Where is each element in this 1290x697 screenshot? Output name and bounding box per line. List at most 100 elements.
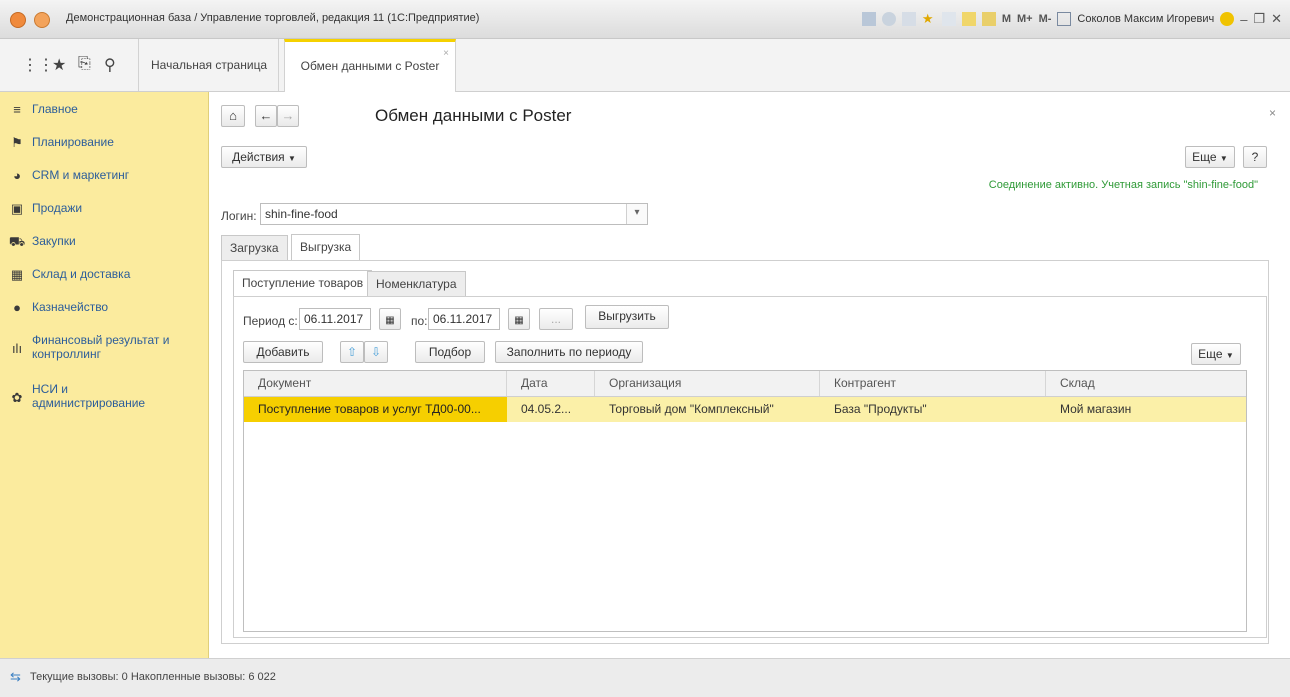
period-from-label: Период с: bbox=[243, 314, 298, 328]
cell-organization[interactable]: Торговый дом "Комплексный" bbox=[595, 397, 820, 422]
cell-document[interactable]: Поступление товаров и услуг ТД00-00... bbox=[244, 397, 507, 422]
home-button[interactable]: ⌂ bbox=[221, 105, 245, 127]
sidebar-item-admin[interactable]: ✿ НСИ и администрирование bbox=[0, 382, 208, 410]
tab-import[interactable]: Загрузка bbox=[221, 235, 288, 261]
pick-button[interactable]: Подбор bbox=[415, 341, 485, 363]
arrow-up-icon: ⇧ bbox=[346, 345, 358, 359]
app-menu-icon[interactable] bbox=[34, 12, 50, 28]
form-area: × ⌂ ← → Обмен данными с Poster Действия … bbox=[209, 92, 1290, 658]
minimize-icon[interactable]: ‒ bbox=[1240, 12, 1247, 27]
tab-label: Обмен данными с Poster bbox=[300, 59, 440, 73]
move-down-button[interactable]: ⇩ bbox=[364, 341, 388, 363]
sidebar-item-sales[interactable]: ▣ Продажи bbox=[0, 201, 208, 217]
cart-icon: ⛟ bbox=[8, 234, 26, 249]
history-icon[interactable] bbox=[881, 12, 896, 26]
chevron-down-icon[interactable]: ▾ bbox=[626, 204, 647, 224]
help-button[interactable]: ? bbox=[1243, 146, 1267, 168]
calendar-icon: ▦ bbox=[385, 315, 395, 326]
period-to-field[interactable]: 06.11.2017 bbox=[428, 308, 500, 330]
planning-icon: ⚑ bbox=[11, 135, 23, 150]
form-close-icon[interactable]: × bbox=[1269, 106, 1276, 120]
actions-button[interactable]: Действия ▼ bbox=[221, 146, 307, 168]
sidebar-item-treasury[interactable]: ● Казначейство bbox=[0, 300, 208, 315]
memory-plus-button[interactable]: M+ bbox=[1017, 13, 1033, 25]
calendar-icon[interactable] bbox=[981, 12, 996, 26]
sidebar-item-crm[interactable]: ◕ CRM и маркетинг bbox=[0, 168, 208, 183]
arrow-right-icon: → bbox=[281, 108, 295, 123]
restore-icon[interactable]: ❐ bbox=[1253, 11, 1265, 27]
window-titlebar: Демонстрационная база / Управление торго… bbox=[0, 0, 1290, 39]
title-toolbar: ★ M M+ M- Соколов Максим Игоревич ‒ ❐ ✕ bbox=[861, 8, 1282, 30]
report-icon[interactable] bbox=[861, 12, 876, 26]
column-header-document[interactable]: Документ bbox=[244, 371, 507, 396]
export-button[interactable]: Выгрузить bbox=[585, 305, 669, 329]
favorites-list-icon[interactable] bbox=[941, 12, 956, 26]
column-header-warehouse[interactable]: Склад bbox=[1046, 371, 1246, 396]
connection-status: Соединение активно. Учетная запись "shin… bbox=[988, 179, 1258, 191]
info-icon[interactable] bbox=[1220, 12, 1235, 26]
forward-button[interactable]: → bbox=[277, 105, 299, 127]
search-icon[interactable]: ⚲ bbox=[104, 55, 116, 75]
user-name[interactable]: Соколов Максим Игоревич bbox=[1077, 13, 1214, 25]
gear-icon: ✿ bbox=[11, 390, 23, 405]
more-button[interactable]: Еще ▼ bbox=[1185, 146, 1235, 168]
link-icon[interactable] bbox=[901, 12, 916, 26]
calculator-icon[interactable] bbox=[961, 12, 976, 26]
tab-poster-exchange[interactable]: Обмен данными с Poster × bbox=[284, 39, 456, 92]
period-to-label: по: bbox=[411, 314, 428, 328]
close-window-icon[interactable]: ✕ bbox=[1271, 11, 1282, 27]
table-more-button[interactable]: Еще ▼ bbox=[1191, 343, 1241, 365]
shopping-bag-icon: ▣ bbox=[10, 201, 24, 216]
window-title: Демонстрационная база / Управление торго… bbox=[66, 12, 480, 24]
table-header: Документ Дата Организация Контрагент Скл… bbox=[244, 371, 1246, 397]
status-bar: ⇆ Текущие вызовы: 0 Накопленные вызовы: … bbox=[0, 658, 1290, 697]
memory-button[interactable]: M bbox=[1002, 13, 1011, 25]
back-button[interactable]: ← bbox=[255, 105, 277, 127]
add-button[interactable]: Добавить bbox=[243, 341, 323, 363]
status-text: Текущие вызовы: 0 Накопленные вызовы: 6 … bbox=[30, 671, 276, 683]
sidebar: ≡ Главное ⚑ Планирование ◕ CRM и маркети… bbox=[0, 92, 209, 658]
login-field[interactable]: shin-fine-food ▾ bbox=[260, 203, 648, 225]
column-header-date[interactable]: Дата bbox=[507, 371, 595, 396]
sidebar-item-planning[interactable]: ⚑ Планирование bbox=[0, 135, 208, 151]
table-row[interactable]: Поступление товаров и услуг ТД00-00... 0… bbox=[244, 397, 1246, 422]
home-icon: ⌂ bbox=[229, 108, 237, 123]
star-icon[interactable]: ★ bbox=[52, 55, 66, 75]
app-logo-icon[interactable] bbox=[10, 12, 26, 28]
bar-chart-icon: ılı bbox=[11, 341, 23, 356]
period-select-button[interactable]: ... bbox=[539, 308, 573, 330]
sidebar-item-finance[interactable]: ılı Финансовый результат и контроллинг bbox=[0, 333, 208, 361]
chevron-down-icon: ▼ bbox=[1219, 154, 1228, 163]
subtab-nomenclature[interactable]: Номенклатура bbox=[367, 271, 466, 297]
calendar-from-button[interactable]: ▦ bbox=[379, 308, 401, 330]
tab-home[interactable]: Начальная страница bbox=[138, 39, 279, 91]
sidebar-item-purchases[interactable]: ⛟ Закупки bbox=[0, 234, 208, 252]
sidebar-item-main[interactable]: ≡ Главное bbox=[0, 102, 208, 117]
calendar-to-button[interactable]: ▦ bbox=[508, 308, 530, 330]
favorites-icon[interactable]: ★ bbox=[922, 12, 936, 26]
column-header-organization[interactable]: Организация bbox=[595, 371, 820, 396]
tab-bar: ⋮⋮ ★ ⎘ ⚲ Начальная страница Обмен данным… bbox=[0, 39, 1290, 92]
menu-icon: ≡ bbox=[13, 102, 21, 117]
window-layout-icon[interactable] bbox=[1057, 12, 1072, 26]
cell-date[interactable]: 04.05.2... bbox=[507, 397, 595, 422]
memory-minus-button[interactable]: M- bbox=[1039, 13, 1052, 25]
sidebar-item-warehouse[interactable]: ▦ Склад и доставка bbox=[0, 267, 208, 283]
coin-icon: ● bbox=[13, 300, 21, 315]
tab-close-icon[interactable]: × bbox=[443, 30, 449, 78]
tab-export[interactable]: Выгрузка bbox=[291, 234, 361, 261]
cell-counterparty[interactable]: База "Продукты" bbox=[820, 397, 1046, 422]
arrow-down-icon: ⇩ bbox=[370, 345, 382, 359]
fill-by-period-button[interactable]: Заполнить по периоду bbox=[495, 341, 643, 363]
apps-grid-icon[interactable]: ⋮⋮ bbox=[22, 55, 54, 75]
column-header-counterparty[interactable]: Контрагент bbox=[820, 371, 1046, 396]
subtab-goods-receipt[interactable]: Поступление товаров bbox=[233, 270, 373, 297]
arrow-left-icon: ← bbox=[259, 108, 273, 123]
chevron-down-icon: ▼ bbox=[288, 154, 296, 163]
page-title: Обмен данными с Poster bbox=[375, 106, 572, 125]
move-up-button[interactable]: ⇧ bbox=[340, 341, 364, 363]
history-icon[interactable]: ⎘ bbox=[78, 55, 91, 73]
login-label: Логин: bbox=[221, 209, 257, 223]
period-from-field[interactable]: 06.11.2017 bbox=[299, 308, 371, 330]
cell-warehouse[interactable]: Мой магазин bbox=[1046, 397, 1246, 422]
